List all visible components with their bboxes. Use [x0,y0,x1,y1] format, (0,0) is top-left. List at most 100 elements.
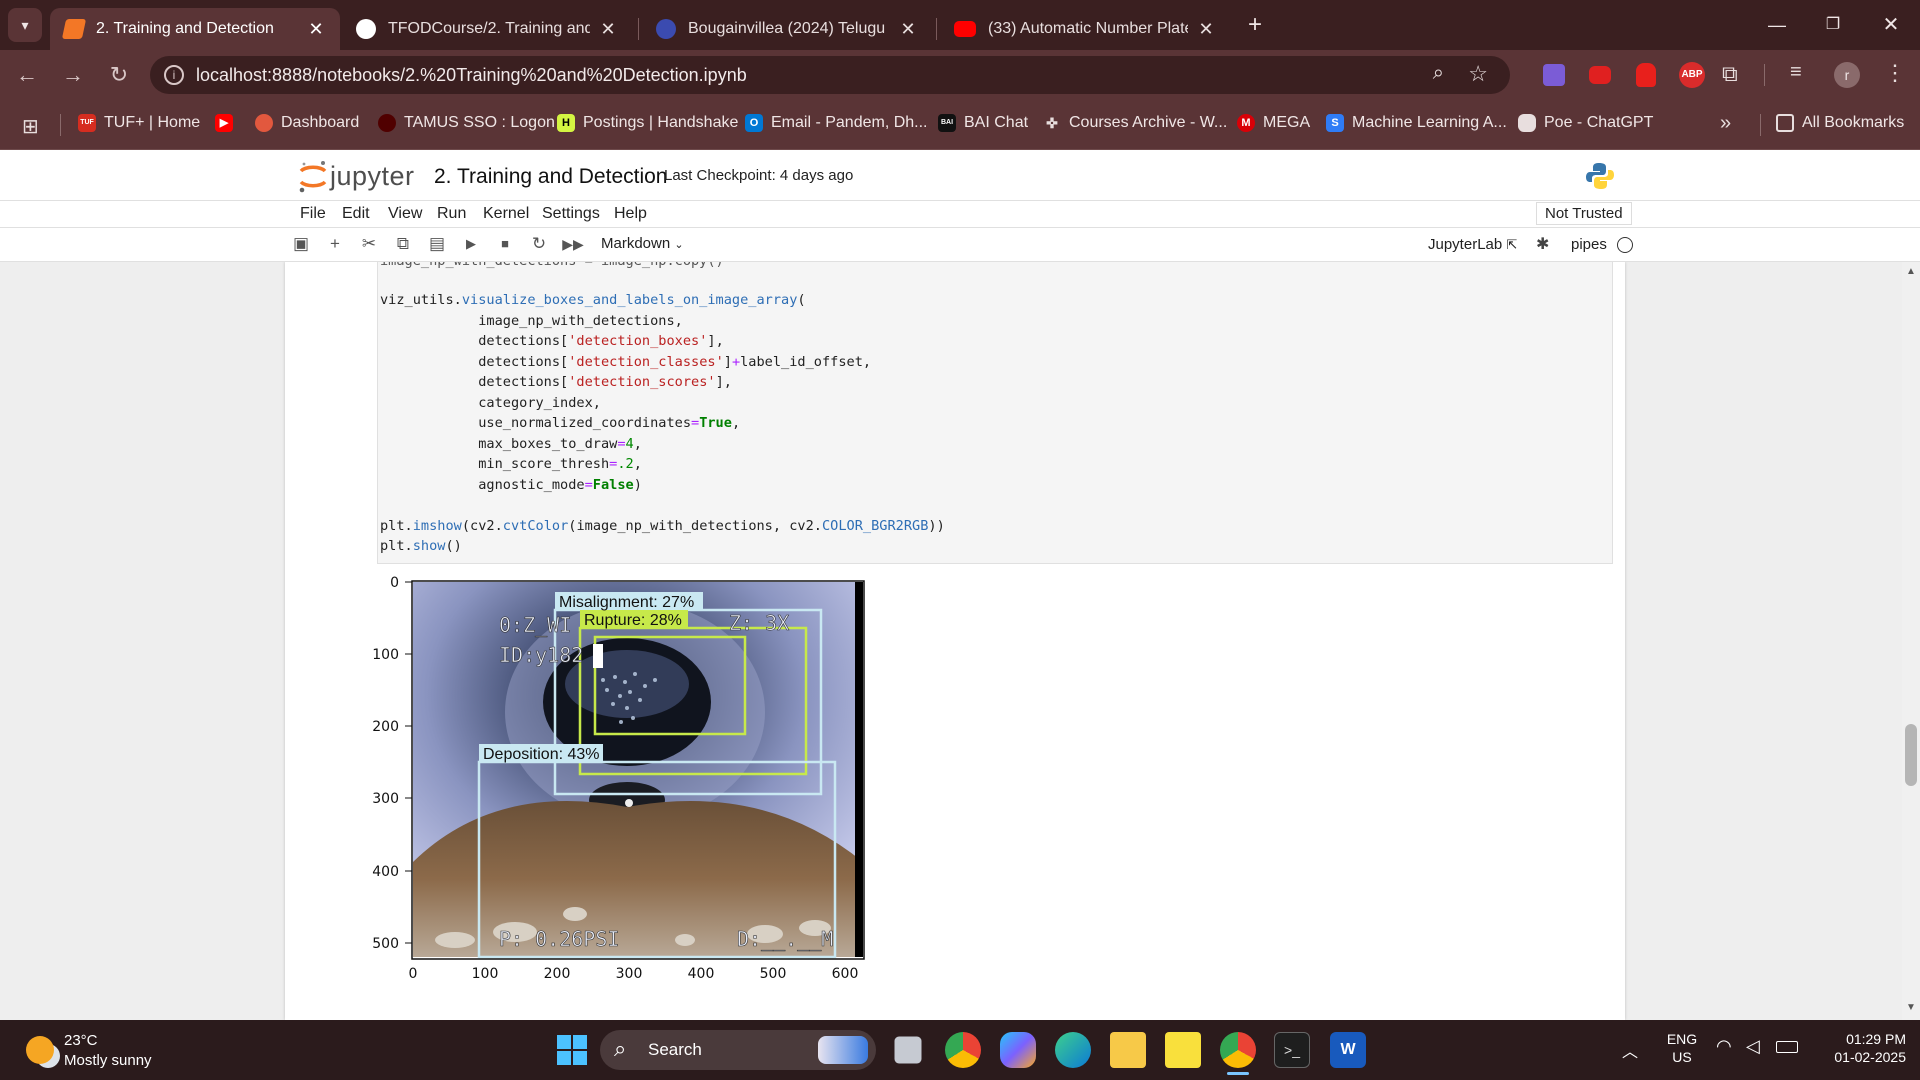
windows-start-icon[interactable] [554,1032,590,1068]
edge-icon[interactable] [1055,1032,1091,1068]
battery-icon[interactable] [1776,1041,1798,1053]
close-window-button[interactable]: ✕ [1876,10,1906,40]
browser-menu-icon[interactable]: ⋮ [1884,60,1906,86]
label-deposition: Deposition: 43% [483,746,600,763]
bookmark-tuf[interactable]: TUF TUF+ | Home [78,114,200,132]
site-info-icon[interactable]: i [164,65,184,85]
task-view-icon[interactable] [894,1036,922,1064]
close-tab-icon[interactable]: ✕ [598,19,618,40]
bookmark-tamus[interactable]: TAMUS SSO : Logon [378,114,555,132]
tab-bougainvillea[interactable]: Bougainvillea (2024) Telugu Full ✕ [642,8,932,50]
restart-icon[interactable]: ↻ [528,234,550,254]
cut-icon[interactable]: ✂ [358,234,380,254]
language-indicator[interactable]: ENG US [1664,1031,1700,1065]
forward-button[interactable]: → [58,60,88,90]
bookmark-courses-archive[interactable]: ✜ Courses Archive - W... [1043,114,1227,132]
tuf-icon: TUF [78,114,96,132]
menu-run[interactable]: Run [437,205,466,223]
bookmark-machine-learning[interactable]: S Machine Learning A... [1326,114,1507,132]
notebook-title[interactable]: 2. Training and Detection [434,165,667,189]
chrome-icon[interactable] [945,1032,981,1068]
menu-settings[interactable]: Settings [542,205,600,223]
close-tab-icon[interactable]: ✕ [1196,19,1216,40]
menu-help[interactable]: Help [614,205,647,223]
folder-icon [1776,114,1794,132]
tab-separator [936,18,937,40]
bookmark-youtube[interactable]: ▶ [215,114,241,132]
scroll-down-arrow[interactable]: ▼ [1906,1002,1916,1013]
tab-search-button[interactable]: ▾ [8,8,42,42]
close-tab-icon[interactable]: ✕ [898,19,918,40]
tab-youtube[interactable]: (33) Automatic Number Plate R ✕ [940,8,1230,50]
show-hidden-icons-chevron[interactable]: ︿ [1622,1038,1638,1062]
fast-forward-icon[interactable]: ▶▶ [562,236,584,253]
minimize-button[interactable]: — [1762,10,1792,40]
kernel-name[interactable]: pipes [1571,236,1607,253]
cell-type-select[interactable]: Markdown ⌄ [601,235,684,252]
extension-youtube-icon[interactable] [1589,66,1611,84]
run-icon[interactable]: ▶ [460,236,482,252]
save-icon[interactable]: ▣ [290,234,312,254]
menu-kernel[interactable]: Kernel [483,205,529,223]
back-button[interactable]: ← [12,60,42,90]
notebook-scrollbar[interactable]: ▲ ▼ [1902,262,1920,1020]
all-bookmarks-folder[interactable]: All Bookmarks [1776,114,1904,132]
trust-indicator[interactable]: Not Trusted [1536,202,1632,225]
scrollbar-thumb[interactable] [1905,724,1917,786]
windows-taskbar: 23°C Mostly sunny ⌕ Search >_ W ︿ ENG US… [0,1020,1920,1080]
menu-view[interactable]: View [388,205,422,223]
url-text[interactable]: localhost:8888/notebooks/2.%20Training%2… [196,65,747,86]
bookmark-outlook[interactable]: O Email - Pandem, Dh... [745,114,928,132]
bookmark-dashboard[interactable]: Dashboard [255,114,359,132]
mega-icon: M [1237,114,1255,132]
menu-edit[interactable]: Edit [342,205,370,223]
adblock-icon[interactable]: ABP [1679,62,1705,88]
copy-icon[interactable]: ⧉ [392,234,414,254]
close-tab-icon[interactable]: ✕ [306,19,326,40]
volume-icon[interactable]: ◁ [1746,1036,1760,1057]
bai-icon: BAI [938,114,956,132]
wifi-icon[interactable]: ◠ [1716,1036,1732,1057]
extension-hand-icon[interactable] [1636,63,1656,87]
media-control-icon[interactable]: ≡ [1790,61,1802,84]
paste-icon[interactable]: ▤ [426,234,448,254]
chrome-active-icon[interactable] [1220,1032,1256,1068]
tab-training-detection[interactable]: 2. Training and Detection ✕ [50,8,340,50]
browser-titlebar: ▾ 2. Training and Detection ✕ TFODCourse… [0,0,1920,50]
extensions-puzzle-icon[interactable]: ⧉ [1722,61,1738,87]
copilot-icon[interactable] [1000,1032,1036,1068]
jupyterlab-link[interactable]: JupyterLab ⇱ [1428,236,1517,253]
bookmark-bai-chat[interactable]: BAI BAI Chat [938,114,1028,132]
tab-github[interactable]: TFODCourse/2. Training and De ✕ [342,8,632,50]
scroll-up-arrow[interactable]: ▲ [1906,266,1916,277]
bookmark-star-icon[interactable]: ☆ [1468,61,1488,87]
apps-grid-icon[interactable]: ⊞ [22,114,39,139]
extension-purple-icon[interactable] [1543,64,1565,86]
debugger-bug-icon[interactable]: ✱ [1536,234,1549,254]
search-highlight-icon [818,1036,868,1064]
zoom-icon[interactable]: ⌕ [1433,62,1444,85]
word-icon[interactable]: W [1330,1032,1366,1068]
bookmark-handshake[interactable]: H Postings | Handshake [557,114,738,132]
more-bookmarks-icon[interactable]: » [1720,112,1731,135]
file-explorer-icon[interactable] [1110,1032,1146,1068]
bookmark-poe[interactable]: Poe - ChatGPT [1518,114,1653,132]
profile-avatar[interactable]: r [1834,62,1860,88]
jupyter-menubar: File Edit View Run Kernel Settings Help … [0,201,1920,228]
stop-icon[interactable]: ■ [494,236,516,251]
taskbar-search-box[interactable]: ⌕ Search [600,1030,876,1070]
add-cell-icon[interactable]: + [324,234,346,254]
menu-file[interactable]: File [300,205,326,223]
code-cell[interactable]: image_np_with_detections = image_np.copy… [377,262,1613,564]
reload-button[interactable]: ↻ [104,60,134,90]
restore-button[interactable]: ❐ [1818,10,1848,40]
clock[interactable]: 01:29 PM 01-02-2025 [1810,1031,1906,1065]
sticky-notes-icon[interactable] [1165,1032,1201,1068]
bookmark-mega[interactable]: M MEGA [1237,114,1310,132]
new-tab-button[interactable]: + [1240,10,1270,40]
jupyter-logo[interactable]: jupyter [298,159,415,193]
kernel-status-icon [1617,237,1633,253]
terminal-icon[interactable]: >_ [1274,1032,1310,1068]
weather-widget[interactable]: 23°C Mostly sunny [22,1030,202,1072]
address-bar[interactable]: i localhost:8888/notebooks/2.%20Training… [150,56,1510,94]
